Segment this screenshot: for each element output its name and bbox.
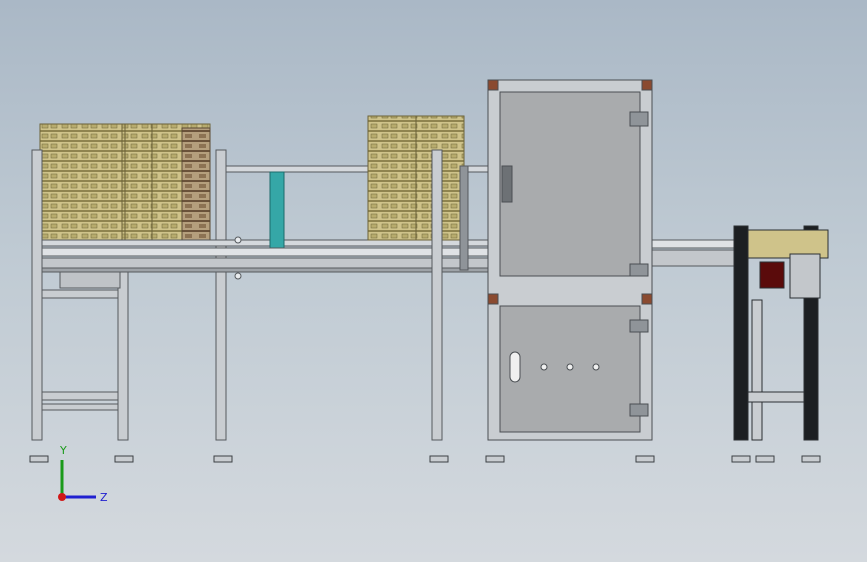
right-module xyxy=(733,225,829,441)
orientation-triad: Y Z xyxy=(58,444,108,504)
cad-viewport[interactable]: Y Z xyxy=(0,0,867,562)
triad-y-label: Y xyxy=(59,444,67,457)
control-cabinet xyxy=(487,79,653,441)
middle-tray-stack xyxy=(367,115,465,241)
triad-z-label: Z xyxy=(100,491,108,504)
leveling-feet xyxy=(29,455,821,463)
left-tray-stack xyxy=(39,123,211,245)
